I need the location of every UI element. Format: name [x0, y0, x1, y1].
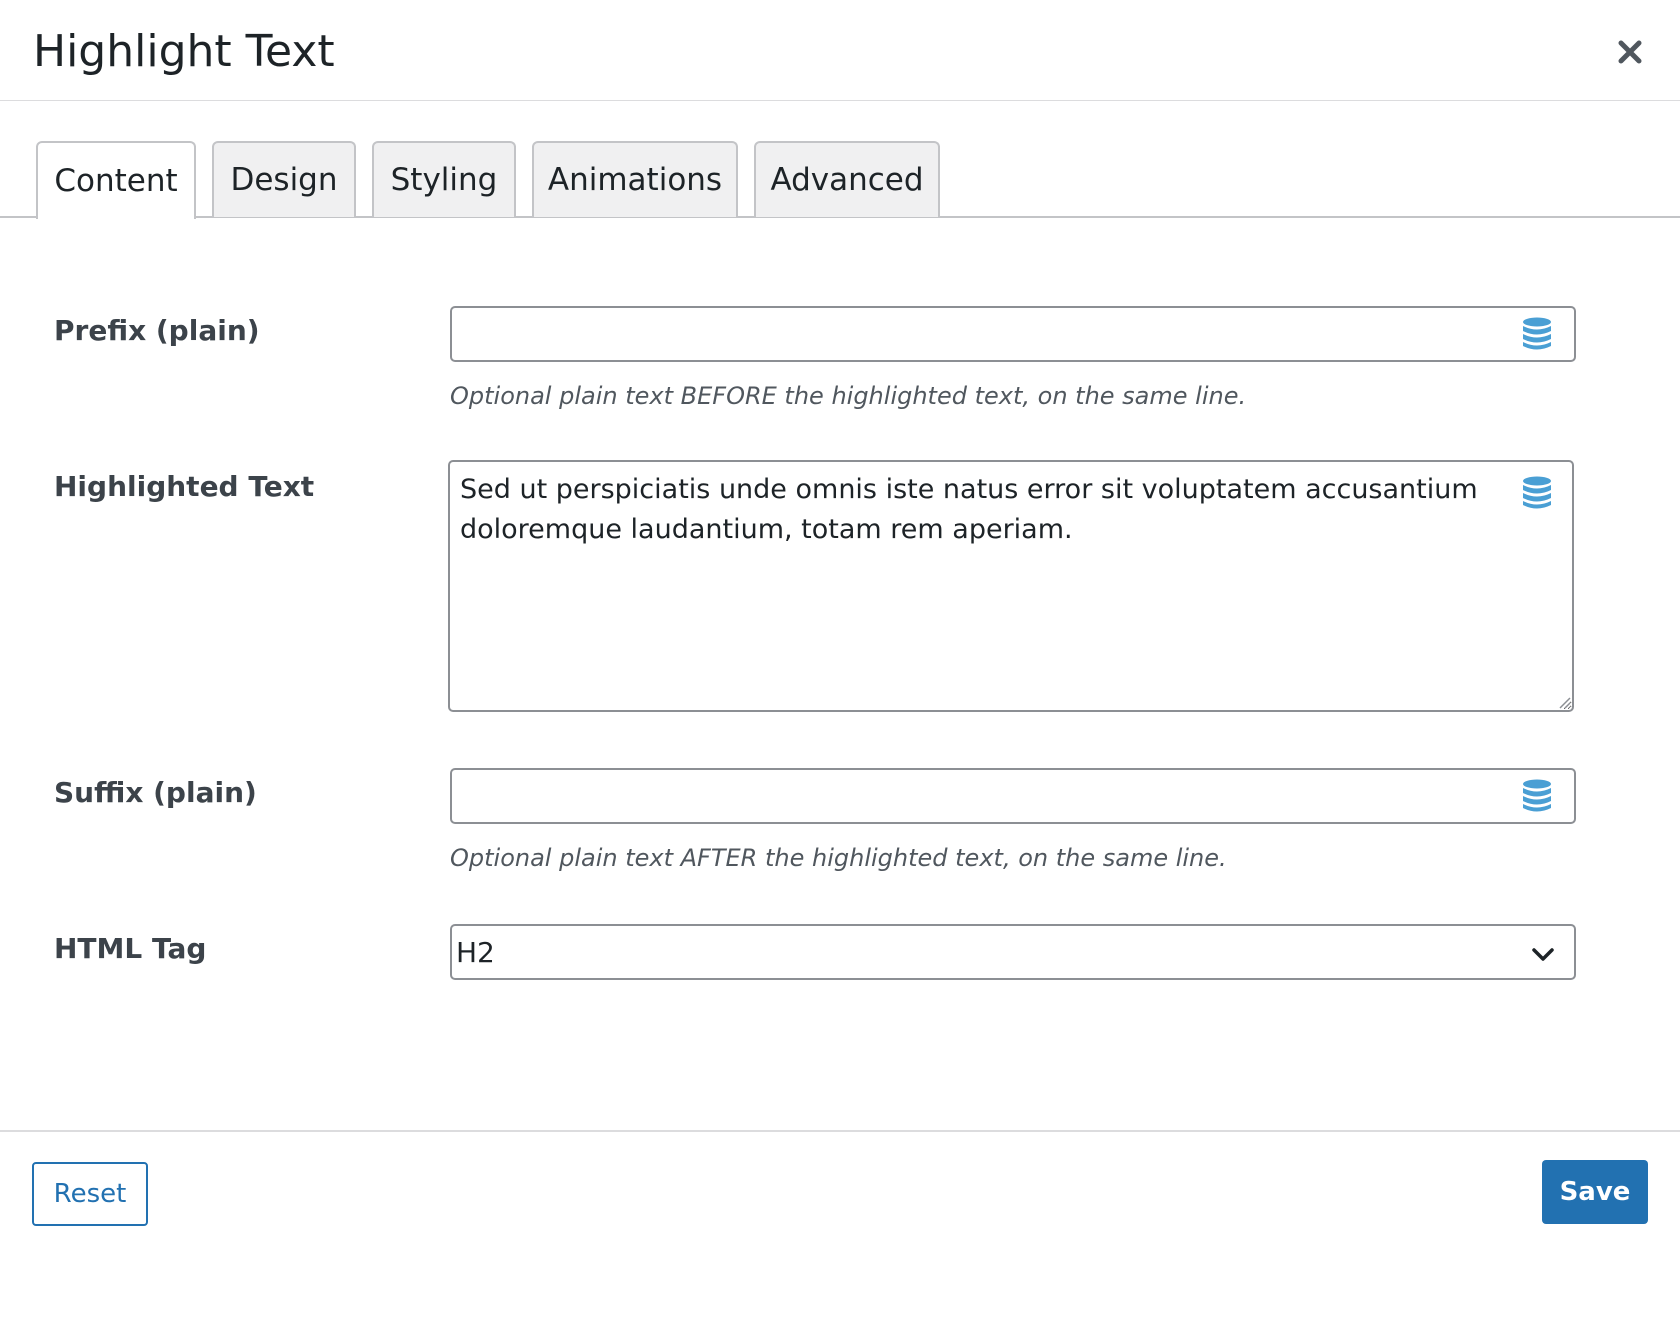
footer-divider [0, 1130, 1680, 1132]
database-icon[interactable] [1521, 779, 1553, 813]
database-icon[interactable] [1521, 317, 1553, 351]
tab-styling[interactable]: Styling [372, 141, 516, 217]
html-tag-select[interactable]: H2 [450, 924, 1576, 980]
suffix-help-text: Optional plain text AFTER the highlighte… [450, 844, 1227, 872]
reset-button[interactable]: Reset [32, 1162, 148, 1226]
prefix-help-text: Optional plain text BEFORE the highlight… [450, 382, 1247, 410]
close-button[interactable] [1610, 32, 1650, 72]
suffix-label: Suffix (plain) [54, 776, 257, 809]
tab-content[interactable]: Content [36, 141, 196, 219]
highlight-text-dialog: Highlight Text Content Design Styling An… [0, 0, 1680, 1320]
highlighted-text-label: Highlighted Text [54, 470, 315, 503]
tab-advanced[interactable]: Advanced [754, 141, 940, 217]
tab-animations[interactable]: Animations [532, 141, 738, 217]
suffix-input[interactable] [450, 768, 1576, 824]
save-button[interactable]: Save [1542, 1160, 1648, 1224]
chevron-down-icon [1532, 948, 1554, 961]
tab-design[interactable]: Design [212, 141, 356, 217]
resize-handle-icon[interactable] [1556, 694, 1572, 710]
dialog-header: Highlight Text [0, 0, 1680, 101]
prefix-input[interactable] [450, 306, 1576, 362]
html-tag-label: HTML Tag [54, 932, 207, 965]
prefix-label: Prefix (plain) [54, 314, 260, 347]
tab-bar: Content Design Styling Animations Advanc… [0, 141, 1680, 219]
close-icon [1618, 40, 1642, 64]
html-tag-selected-value: H2 [456, 935, 495, 969]
highlighted-text-textarea[interactable]: Sed ut perspiciatis unde omnis iste natu… [448, 460, 1574, 712]
database-icon[interactable] [1521, 476, 1553, 510]
dialog-title: Highlight Text [33, 26, 335, 77]
